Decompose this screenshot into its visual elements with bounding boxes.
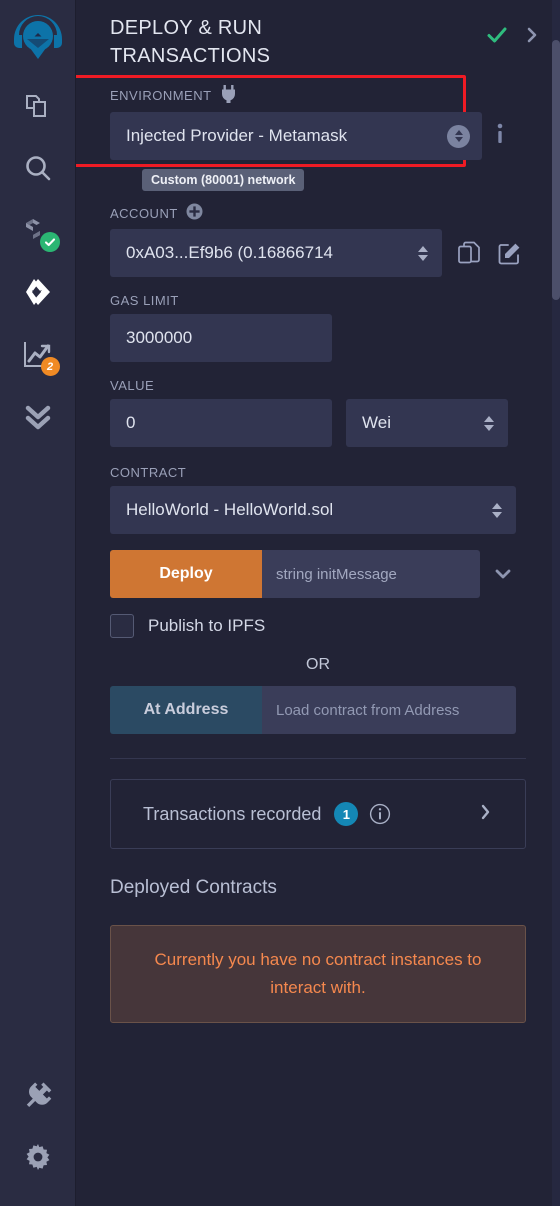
sidebar-item-file-explorer[interactable] <box>0 76 76 138</box>
value-section: VALUE 0 Wei <box>76 378 560 447</box>
account-select[interactable]: 0xA03...Ef9b6 (0.16866714 <box>110 229 442 277</box>
environment-spinner-icon[interactable] <box>447 124 470 148</box>
deployed-contracts-empty-message: Currently you have no contract instances… <box>110 925 526 1023</box>
deploy-button[interactable]: Deploy <box>110 550 262 598</box>
panel-header: DEPLOY & RUN TRANSACTIONS <box>76 0 560 78</box>
environment-select[interactable]: Injected Provider - Metamask <box>110 112 482 160</box>
icon-bar-top-group: 2 <box>0 0 75 448</box>
transactions-recorded-label: Transactions recorded <box>143 803 322 824</box>
value-amount: 0 <box>126 413 136 432</box>
deploy-row: Deploy string initMessage <box>110 550 526 598</box>
check-icon[interactable] <box>486 24 508 51</box>
remix-ide-window: 2 DEPLOY & RUN TRANSACTIONS ENVIRONMENT … <box>0 0 560 1206</box>
publish-ipfs-label: Publish to IPFS <box>148 616 266 635</box>
transactions-recorded-card[interactable]: Transactions recorded 1 <box>110 779 526 849</box>
panel-scrollbar-track[interactable] <box>552 0 560 1206</box>
or-separator: OR <box>306 656 330 673</box>
sidebar-item-plugin-manager[interactable] <box>0 1064 76 1126</box>
at-address-row: At Address Load contract from Address <box>110 686 526 734</box>
gas-limit-input[interactable]: 3000000 <box>110 314 332 362</box>
value-row: 0 Wei <box>110 399 526 447</box>
chevron-right-icon[interactable] <box>524 25 540 50</box>
page-title: DEPLOY & RUN TRANSACTIONS <box>110 17 271 67</box>
compiler-success-badge <box>39 232 60 252</box>
account-label-row: ACCOUNT <box>110 203 526 223</box>
environment-value: Injected Provider - Metamask <box>126 126 348 145</box>
icon-bar-bottom-group <box>0 1064 75 1206</box>
value-unit-select[interactable]: Wei <box>346 399 508 447</box>
deployed-contracts-title: Deployed Contracts <box>110 877 277 898</box>
debugger-count-badge: 2 <box>40 357 60 376</box>
chevron-down-icon[interactable] <box>480 550 526 598</box>
contract-spinner-icon[interactable] <box>489 502 504 518</box>
value-unit-spinner-icon[interactable] <box>481 415 496 431</box>
at-address-button[interactable]: At Address <box>110 686 262 734</box>
info-icon[interactable] <box>496 123 504 150</box>
value-unit: Wei <box>362 413 391 432</box>
sidebar-item-debugger[interactable]: 2 <box>0 324 76 386</box>
network-tooltip: Custom (80001) network <box>142 169 305 191</box>
value-input[interactable]: 0 <box>110 399 332 447</box>
transactions-chevron-right-icon[interactable] <box>478 802 493 827</box>
contract-label: CONTRACT <box>110 465 187 480</box>
left-icon-bar: 2 <box>0 0 76 1206</box>
account-row: 0xA03...Ef9b6 (0.16866714 <box>110 229 526 277</box>
sidebar-item-solidity-compiler[interactable] <box>0 200 76 262</box>
account-spinner-icon[interactable] <box>415 245 430 261</box>
contract-section: CONTRACT HelloWorld - HelloWorld.sol Dep… <box>76 465 560 759</box>
gas-limit-value: 3000000 <box>126 328 193 347</box>
publish-ipfs-row[interactable]: Publish to IPFS <box>110 614 526 638</box>
transactions-count-badge: 1 <box>334 802 359 826</box>
environment-row: Injected Provider - Metamask <box>110 112 526 160</box>
panel-scrollbar-thumb[interactable] <box>552 40 560 300</box>
contract-value: HelloWorld - HelloWorld.sol <box>126 500 334 519</box>
gas-limit-section: GAS LIMIT 3000000 <box>76 293 560 362</box>
header-actions <box>486 14 540 51</box>
publish-ipfs-checkbox[interactable] <box>110 614 134 638</box>
environment-label-row: ENVIRONMENT <box>110 84 526 106</box>
at-address-input[interactable]: Load contract from Address <box>262 686 516 734</box>
sidebar-item-deploy-run[interactable] <box>0 262 76 324</box>
edit-icon[interactable] <box>496 240 522 266</box>
plug-icon <box>220 84 237 106</box>
sidebar-item-settings[interactable] <box>0 1126 76 1188</box>
gas-limit-label: GAS LIMIT <box>110 293 179 308</box>
environment-label: ENVIRONMENT <box>110 87 212 103</box>
plus-circle-icon[interactable] <box>186 203 203 223</box>
remix-logo-icon[interactable] <box>0 0 76 76</box>
deploy-arg-input[interactable]: string initMessage <box>262 550 480 598</box>
section-divider <box>110 758 526 759</box>
sidebar-item-search[interactable] <box>0 138 76 200</box>
environment-section: ENVIRONMENT Injected Provider - Metamask <box>76 75 560 191</box>
deploy-run-panel: DEPLOY & RUN TRANSACTIONS ENVIRONMENT In… <box>76 0 560 1206</box>
account-label: ACCOUNT <box>110 205 178 221</box>
value-label: VALUE <box>110 378 155 393</box>
account-section: ACCOUNT 0xA03...Ef9b6 (0.16866714 <box>76 203 560 277</box>
info-circle-icon[interactable] <box>369 803 391 825</box>
copy-icon[interactable] <box>456 240 482 266</box>
sidebar-item-unit-testing[interactable] <box>0 386 76 448</box>
contract-select[interactable]: HelloWorld - HelloWorld.sol <box>110 486 516 534</box>
account-value: 0xA03...Ef9b6 (0.16866714 <box>126 243 333 262</box>
